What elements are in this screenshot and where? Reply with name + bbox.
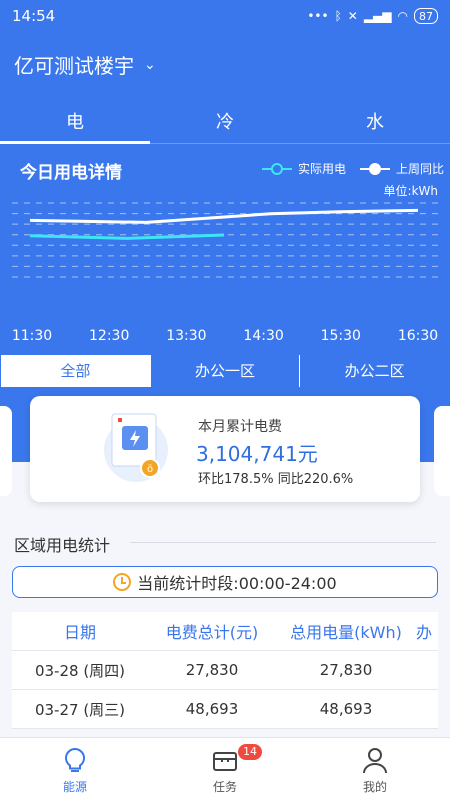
x-tick-label: 14:30 <box>243 328 283 344</box>
period-text: 当前统计时段:00:00-24:00 <box>137 574 337 593</box>
legend-lastweek[interactable]: 上周同比 <box>359 160 444 177</box>
monthly-cost-label: 本月累计电费 <box>198 419 282 435</box>
monthly-cost-card[interactable]: ö 本月累计电费 3,104,741元 环比178.5% 同比220.6% <box>30 396 420 502</box>
region-section-title: 区域用电统计 <box>14 536 111 555</box>
building-name: 亿可测试楼宇 <box>14 54 134 78</box>
cell-date: 03-27 (周三) <box>34 700 126 719</box>
region-table: 日期 电费总计(元) 总用电量(kWh) 办 03-28 (周四) 27,830… <box>12 612 438 729</box>
series-actual-line <box>29 233 225 240</box>
bluetooth-icon: ᛒ <box>334 9 342 23</box>
task-badge: 14 <box>238 744 262 760</box>
bottom-nav: 能源 14 任务 我的 <box>0 737 450 800</box>
header-cost: 电费总计(元) <box>165 623 259 642</box>
x-tick-label: 11:30 <box>12 328 52 344</box>
monthly-cost-value: 3,104,741元 <box>196 442 318 466</box>
section-divider <box>130 542 436 543</box>
status-time: 14:54 <box>12 7 56 25</box>
mute-icon: ✕ <box>347 9 358 23</box>
signal-icon: ▂▄▆ <box>363 9 392 23</box>
line-chart[interactable]: 11:30 12:30 13:30 14:30 15:30 16:30 <box>0 195 450 350</box>
chevron-down-icon: ⌄ <box>144 56 156 73</box>
bill-icon: ö <box>104 413 168 482</box>
table-row[interactable]: 03-28 (周四) 27,830 27,830 <box>12 651 438 690</box>
nav-tasks-label: 任务 <box>212 780 237 794</box>
more-icon: ••• <box>307 9 329 23</box>
cell-cost: 27,830 <box>185 661 239 679</box>
tab-cooling[interactable]: 冷 <box>150 104 300 143</box>
nav-profile-label: 我的 <box>362 780 387 794</box>
status-bar: 14:54 ••• ᛒ ✕ ▂▄▆ ◠ 87 <box>0 0 450 32</box>
header-date: 日期 <box>63 623 96 642</box>
task-box-icon <box>213 752 237 771</box>
battery-icon: 87 <box>414 8 438 24</box>
cell-date: 03-28 (周四) <box>34 661 126 680</box>
monthly-cost-comparison: 环比178.5% 同比220.6% <box>198 472 354 487</box>
x-tick-label: 15:30 <box>321 328 361 344</box>
lightbulb-icon <box>64 747 86 772</box>
x-tick-label: 16:30 <box>398 328 438 344</box>
series-lastweek-line <box>29 208 419 224</box>
user-icon <box>363 748 387 774</box>
tab-water[interactable]: 水 <box>300 104 450 143</box>
segment-office-1[interactable]: 办公一区 <box>149 355 300 387</box>
clock-icon <box>113 573 132 591</box>
chart-title: 今日用电详情 <box>20 163 122 183</box>
nav-profile[interactable]: 我的 <box>300 738 450 800</box>
table-header: 日期 电费总计(元) 总用电量(kWh) 办 <box>12 612 438 651</box>
legend-actual[interactable]: 实际用电 <box>261 160 346 177</box>
header-office: 办 <box>416 623 433 642</box>
chart-legend: 实际用电 上周同比 <box>261 160 444 177</box>
carousel-next-card[interactable] <box>434 406 450 496</box>
wifi-icon: ◠ <box>397 9 408 23</box>
legend-actual-line-icon <box>261 162 292 175</box>
legend-lastweek-label: 上周同比 <box>395 162 444 176</box>
status-icons: ••• ᛒ ✕ ▂▄▆ ◠ 87 <box>307 8 438 24</box>
cell-usage: 48,693 <box>319 700 373 718</box>
cell-usage: 27,830 <box>319 661 373 679</box>
nav-energy[interactable]: 能源 <box>0 738 150 800</box>
nav-tasks[interactable]: 14 任务 <box>150 738 300 800</box>
energy-tabs: 电 冷 水 <box>0 104 450 144</box>
segment-office-2[interactable]: 办公二区 <box>299 355 450 387</box>
period-selector[interactable]: 当前统计时段:00:00-24:00 <box>12 566 438 598</box>
building-selector[interactable]: 亿可测试楼宇 ⌄ <box>14 50 156 79</box>
zone-segmented-control: 全部 办公一区 办公二区 <box>0 354 450 388</box>
x-tick-label: 13:30 <box>166 328 206 344</box>
svg-text:ö: ö <box>147 464 153 475</box>
legend-actual-label: 实际用电 <box>297 162 346 176</box>
header-usage: 总用电量(kWh) <box>290 623 402 642</box>
legend-lastweek-line-icon <box>359 162 390 175</box>
x-tick-label: 12:30 <box>89 328 129 344</box>
nav-energy-label: 能源 <box>62 780 87 794</box>
cell-cost: 48,693 <box>185 700 239 718</box>
carousel-prev-card[interactable] <box>0 406 12 496</box>
segment-all[interactable]: 全部 <box>1 355 150 387</box>
tab-electric[interactable]: 电 <box>0 104 150 144</box>
table-row[interactable]: 03-27 (周三) 48,693 48,693 <box>12 690 438 729</box>
